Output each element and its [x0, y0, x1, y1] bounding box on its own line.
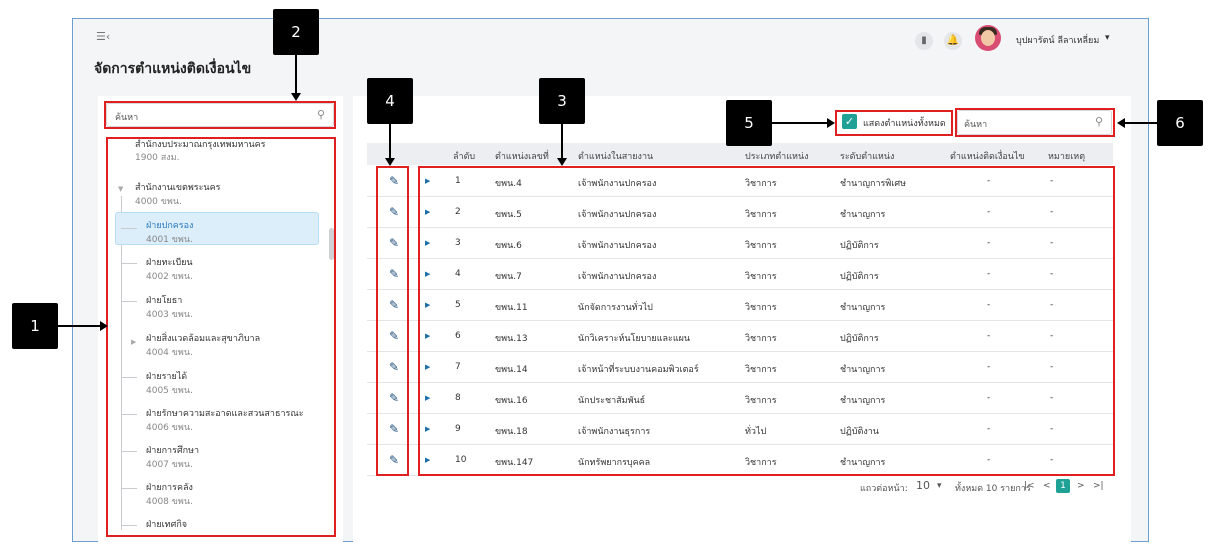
callout-badge: 6 — [1157, 100, 1203, 146]
bell-icon[interactable]: 🔔 — [944, 32, 962, 50]
callout-badge: 4 — [367, 78, 413, 124]
menu-collapse-icon[interactable]: ☰‹ — [96, 30, 110, 43]
callout-badge: 3 — [539, 78, 585, 124]
page-1-button[interactable]: 1 — [1056, 479, 1070, 493]
callout-arrow — [389, 124, 391, 158]
col-header-condition[interactable]: ตำแหน่งติดเงื่อนไข — [950, 149, 1025, 163]
arrow-head-icon — [557, 158, 567, 166]
first-page-button[interactable]: |< — [1024, 481, 1035, 491]
col-header-level[interactable]: ระดับตำแหน่ง — [840, 149, 894, 163]
next-page-button[interactable]: > — [1077, 481, 1085, 491]
col-header-note[interactable]: หมายเหตุ — [1048, 149, 1085, 163]
highlight-box-show-all — [835, 110, 953, 136]
callout-arrow — [1125, 122, 1157, 124]
highlight-box-table-search — [955, 108, 1115, 137]
arrow-head-icon — [100, 321, 108, 331]
col-header-title[interactable]: ตำแหน่งในสายงาน — [578, 149, 653, 163]
last-page-button[interactable]: >| — [1093, 481, 1104, 491]
avatar[interactable] — [975, 25, 1001, 51]
chevron-down-icon[interactable]: ▾ — [1105, 33, 1110, 43]
arrow-head-icon — [827, 118, 835, 128]
callout-arrow — [58, 325, 100, 327]
highlight-box-table — [418, 166, 1115, 476]
chevron-down-icon[interactable]: ▾ — [937, 481, 942, 491]
user-name[interactable]: บุปผารัตน์ ลีลาเหลี่ยม — [1016, 33, 1099, 47]
callout-badge: 2 — [273, 9, 319, 55]
callout-badge: 1 — [12, 303, 58, 349]
callout-arrow — [772, 122, 827, 124]
callout-arrow — [561, 124, 563, 158]
page-title: จัดการตำแหน่งติดเงื่อนไข — [94, 61, 252, 77]
arrow-head-icon — [291, 93, 301, 101]
highlight-box-edit — [376, 166, 409, 476]
total-records: ทั้งหมด 10 รายการ — [955, 484, 1031, 494]
col-header-no[interactable]: ลำดับ — [453, 149, 475, 163]
col-header-type[interactable]: ประเภทตำแหน่ง — [745, 149, 809, 163]
callout-badge: 5 — [726, 100, 772, 146]
col-header-pos-no[interactable]: ตำแหน่งเลขที่ — [495, 149, 549, 163]
arrow-head-icon — [385, 158, 395, 166]
rows-per-page-label: แถวต่อหน้า: — [860, 484, 908, 494]
rows-per-page-select[interactable]: 10 — [916, 479, 930, 492]
highlight-box-tree-search — [104, 101, 336, 129]
arrow-head-icon — [1117, 118, 1125, 128]
callout-arrow — [295, 55, 297, 93]
prev-page-button[interactable]: < — [1043, 481, 1051, 491]
book-icon[interactable]: ▮ — [915, 32, 933, 50]
avatar-face — [981, 30, 995, 46]
highlight-box-tree — [106, 137, 336, 537]
